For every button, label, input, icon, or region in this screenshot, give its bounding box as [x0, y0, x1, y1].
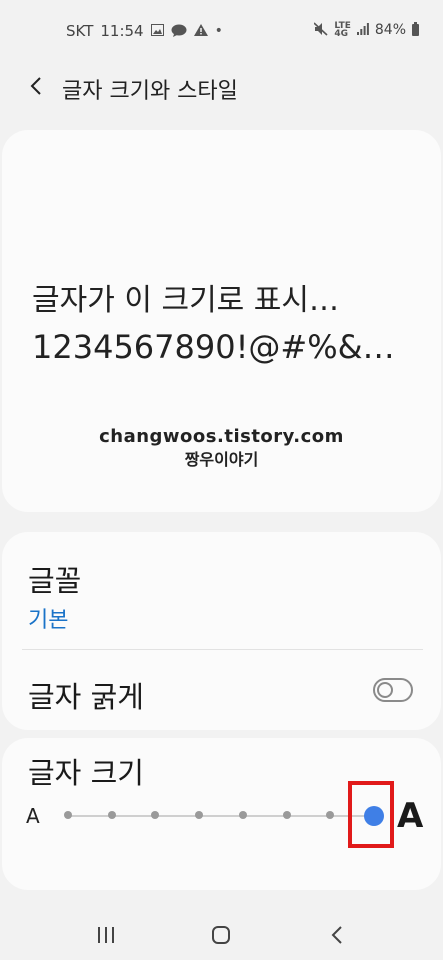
font-size-small-marker: A	[26, 804, 40, 828]
page-title: 글자 크기와 스타일	[62, 79, 238, 104]
font-size-slider-tick[interactable]	[151, 811, 160, 819]
status-right: LTE 4G 84%	[313, 22, 419, 39]
font-size-label: 글자 크기	[28, 756, 144, 790]
recents-icon	[98, 927, 114, 943]
font-size-slider-tick[interactable]	[282, 811, 291, 819]
network-type: LTE 4G	[334, 22, 351, 39]
font-style-value: 기본	[28, 608, 69, 633]
font-size-slider-tick[interactable]	[64, 811, 72, 819]
font-size-slider-tick[interactable]	[107, 811, 116, 819]
preview-text-line2: 1234567890!@#%&…	[32, 328, 395, 366]
app-header: 글자 크기와 스타일	[0, 66, 443, 110]
bold-text-label: 글자 굵게	[28, 680, 144, 714]
recents-button[interactable]	[91, 924, 121, 946]
back-button[interactable]	[22, 72, 50, 100]
chat-icon	[171, 24, 187, 39]
home-icon	[212, 926, 230, 944]
status-bar: SKT 11:54 • LTE 4G 84%	[0, 0, 443, 66]
network-type-bottom: 4G	[334, 29, 348, 39]
battery-percent: 84%	[374, 22, 406, 38]
font-size-slider-tick[interactable]	[195, 811, 204, 819]
chevron-left-icon	[30, 77, 41, 95]
watermark-url: changwoos.tistory.com	[99, 426, 344, 447]
image-icon	[150, 24, 164, 38]
font-size-card: 글자 크기 A A	[2, 738, 441, 890]
navigation-bar	[0, 900, 443, 960]
back-icon	[331, 926, 342, 944]
font-style-label: 글꼴	[28, 564, 82, 598]
mute-icon	[313, 22, 328, 38]
home-button[interactable]	[206, 924, 236, 946]
divider	[22, 649, 423, 650]
warning-icon	[193, 24, 208, 38]
carrier-label: SKT	[66, 22, 94, 40]
font-settings-card: 글꼴 기본 글자 굵게	[2, 532, 441, 730]
battery-icon	[412, 22, 419, 36]
toggle-knob	[377, 682, 393, 698]
notification-dot-icon: •	[214, 23, 223, 39]
font-size-slider-tick[interactable]	[238, 811, 247, 819]
font-preview-card: 글자가 이 크기로 표시… 1234567890!@#%&… changwoos…	[2, 130, 441, 512]
font-size-slider-tick[interactable]	[326, 811, 335, 819]
bold-text-toggle[interactable]	[373, 678, 413, 702]
preview-text-line1: 글자가 이 크기로 표시…	[32, 283, 340, 318]
nav-back-button[interactable]	[322, 924, 352, 946]
signal-icon	[356, 23, 369, 37]
clock: 11:54	[100, 22, 144, 40]
font-size-large-marker: A	[397, 796, 424, 836]
status-left: SKT 11:54 •	[66, 22, 223, 40]
highlight-box	[348, 781, 394, 848]
watermark-name: 짱우이야기	[184, 450, 259, 469]
